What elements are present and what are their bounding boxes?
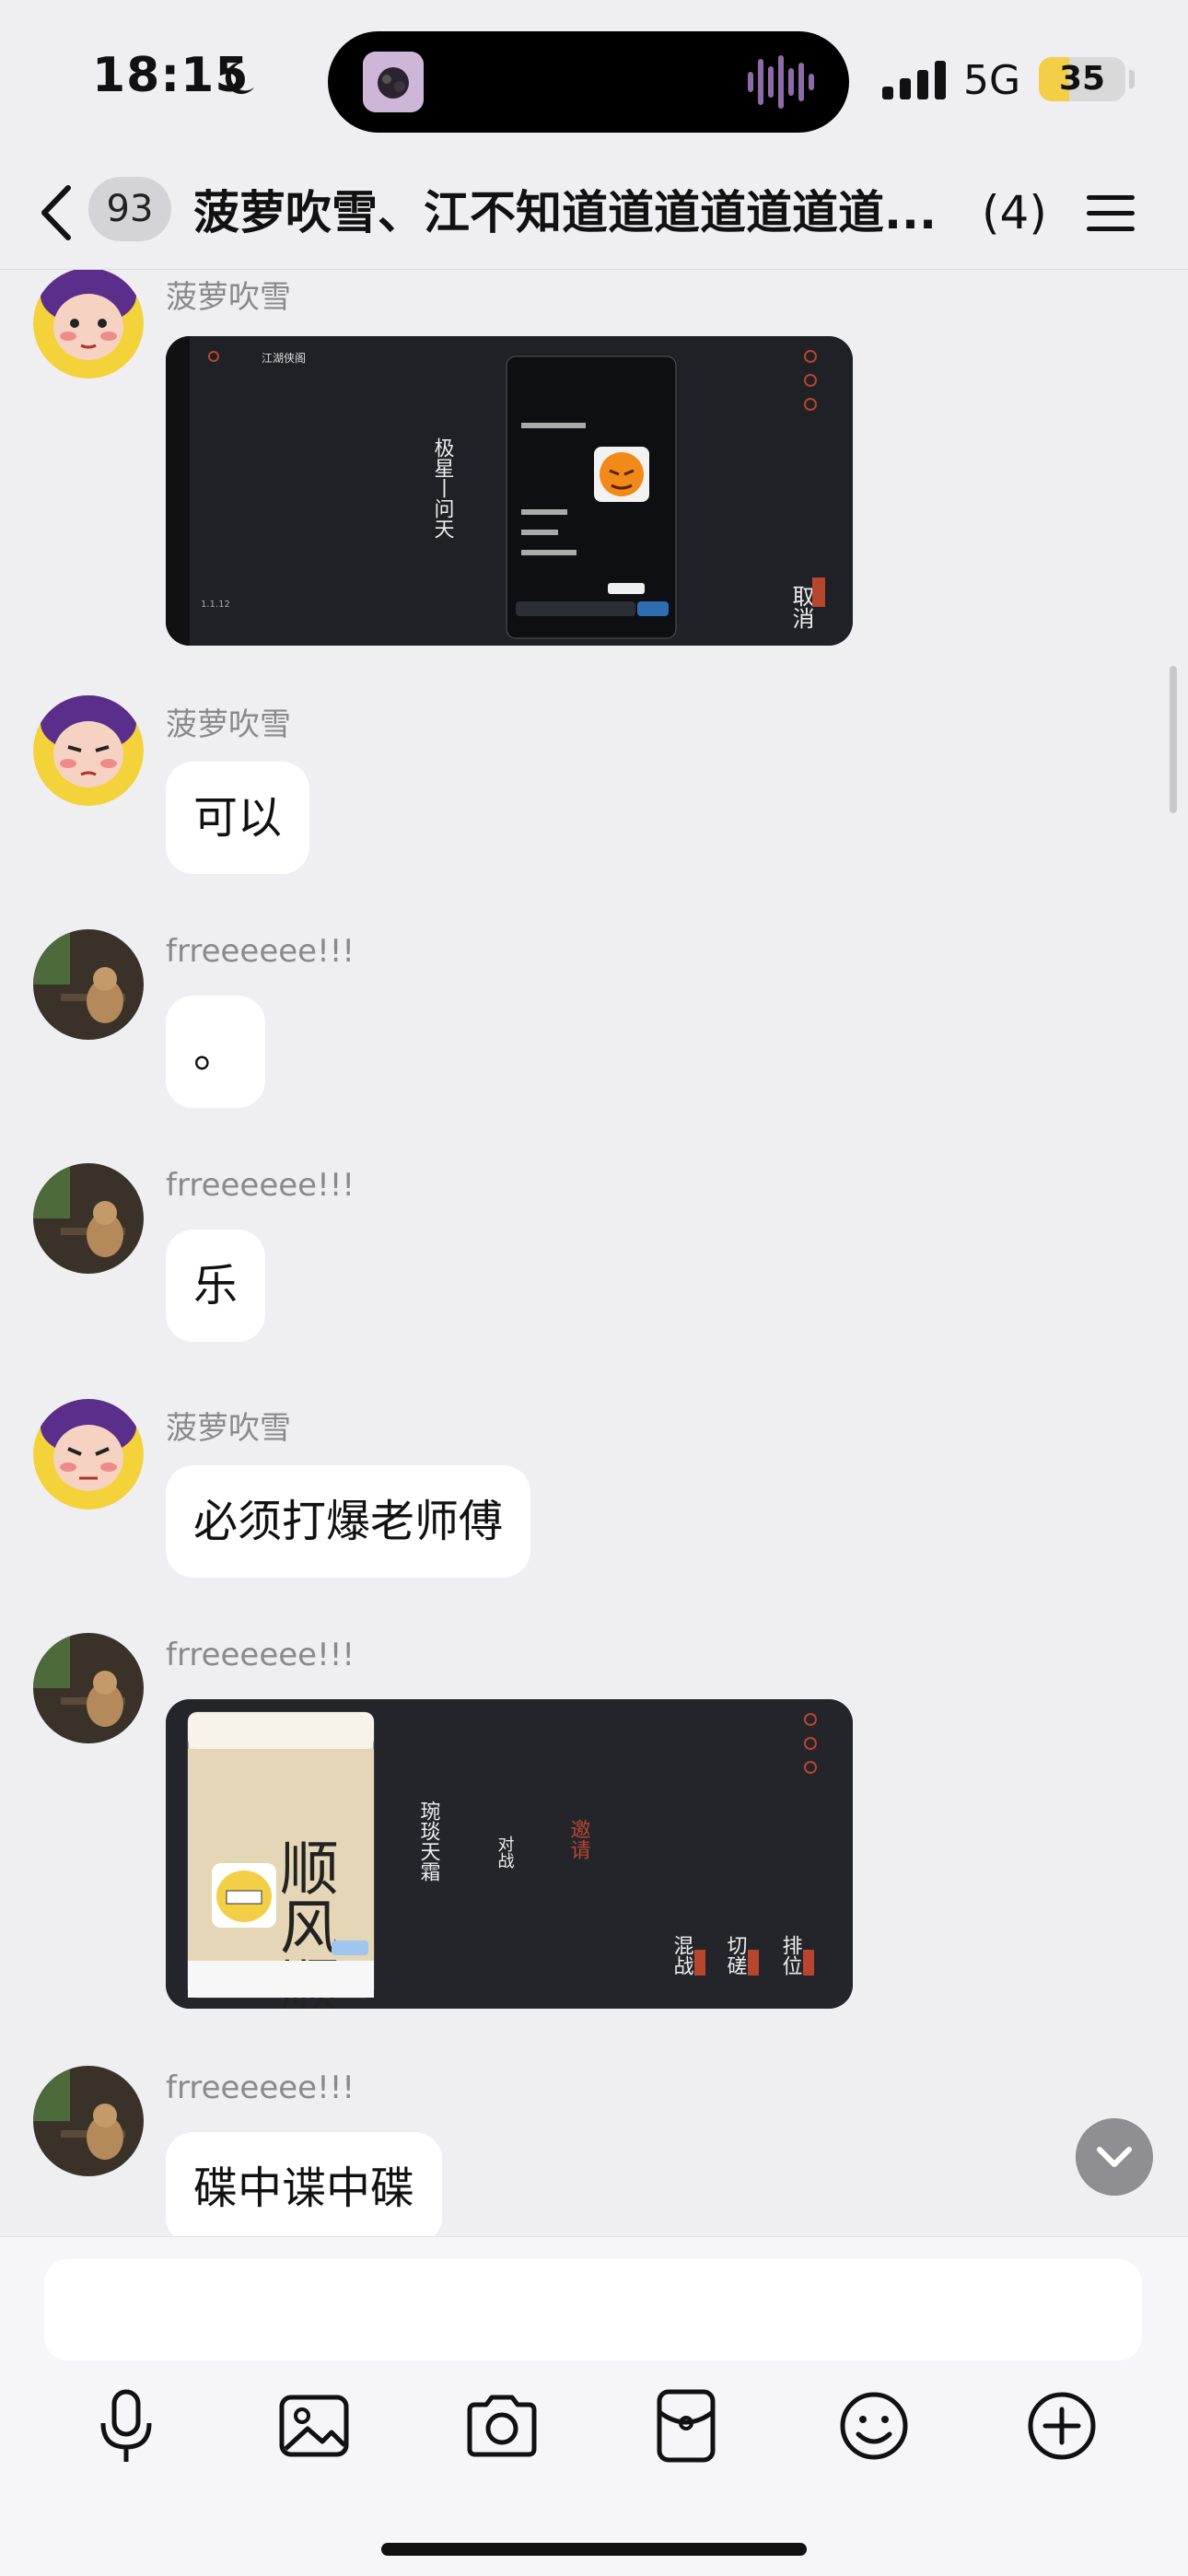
input-area — [0, 2236, 1188, 2576]
now-playing-app-icon — [363, 52, 424, 112]
image-text-invite: 邀请 — [567, 1819, 591, 1859]
status-bar: 18:15 5G 35 — [0, 0, 1188, 157]
chat-title[interactable]: 菠萝吹雪、江不知道道道道道道道... — [193, 181, 949, 245]
cellular-signal-icon — [882, 61, 946, 99]
message-bubble[interactable]: 乐 — [166, 1230, 266, 1342]
plus-icon[interactable] — [1020, 2384, 1103, 2467]
battery-icon: 35 — [1039, 57, 1125, 101]
image-icon[interactable] — [273, 2384, 355, 2467]
message-list[interactable]: 菠萝吹雪 江湖侠阁 极星丨问天 取消 1.1.12 菠萝吹雪 可以 frreee… — [0, 270, 1188, 2236]
back-icon[interactable] — [31, 181, 87, 245]
avatar-cat[interactable] — [33, 929, 144, 1040]
message-bubble[interactable]: 必须打爆老师傅 — [166, 1465, 531, 1578]
battery-percent: 35 — [1058, 60, 1106, 98]
dynamic-island[interactable] — [328, 31, 849, 133]
image-message[interactable]: 江湖侠阁 极星丨问天 取消 1.1.12 — [166, 336, 853, 646]
chat-header: 93 菠萝吹雪、江不知道道道道道道道... (4) — [0, 157, 1188, 270]
image-text-brawl: 混战 — [670, 1935, 694, 1976]
chevron-down-icon[interactable] — [1076, 2118, 1153, 2196]
unread-count-badge[interactable]: 93 — [88, 177, 171, 241]
avatar-pineapple[interactable] — [33, 1399, 144, 1509]
message-bubble[interactable]: 。 — [166, 996, 266, 1108]
home-indicator[interactable] — [381, 2543, 807, 2556]
image-text-player: 琬琰天霜 — [417, 1801, 441, 1882]
image-text-version: 1.1.12 — [201, 600, 230, 610]
avatar-pineapple[interactable] — [33, 695, 144, 806]
red-packet-icon[interactable] — [645, 2384, 728, 2467]
scrollbar[interactable] — [1170, 666, 1177, 813]
image-text-name: 极星丨问天 — [431, 437, 455, 539]
message-input[interactable] — [44, 2259, 1142, 2360]
image-text-ranked: 排位 — [779, 1935, 803, 1976]
avatar-cat[interactable] — [33, 1633, 144, 1743]
member-count: (4) — [982, 186, 1047, 239]
sender-name: 菠萝吹雪 — [166, 706, 291, 743]
avatar-pineapple[interactable] — [33, 270, 144, 379]
sender-name: 菠萝吹雪 — [166, 279, 291, 316]
message-bubble[interactable]: 可以 — [166, 762, 310, 874]
network-type: 5G — [963, 57, 1021, 104]
audio-wave-icon — [748, 55, 814, 109]
sender-name: frreeeeee!!! — [166, 1637, 355, 1673]
image-text-title: 江湖侠阁 — [262, 351, 306, 365]
emoji-icon[interactable] — [833, 2384, 915, 2467]
sender-name: frreeeeee!!! — [166, 933, 355, 970]
message-bubble[interactable]: 碟中谍中碟 — [166, 2132, 443, 2236]
image-text-battle: 对战 — [495, 1836, 515, 1869]
image-text-cancel: 取消 — [788, 585, 814, 629]
image-message[interactable]: 顺风顺 琬琰天霜 对战 邀请 混战 切磋 排位 — [166, 1699, 853, 2009]
microphone-icon[interactable] — [85, 2384, 168, 2467]
sender-name: 菠萝吹雪 — [166, 1410, 291, 1447]
menu-icon[interactable] — [1083, 184, 1138, 241]
avatar-cat[interactable] — [33, 1163, 144, 1274]
sender-name: frreeeeee!!! — [166, 2069, 355, 2106]
image-text-spar: 切磋 — [724, 1935, 748, 1976]
moon-icon — [225, 62, 255, 95]
battery-tip — [1129, 70, 1135, 88]
avatar-cat[interactable] — [33, 2066, 144, 2176]
sender-name: frreeeeee!!! — [166, 1167, 355, 1204]
camera-icon[interactable] — [460, 2384, 543, 2467]
